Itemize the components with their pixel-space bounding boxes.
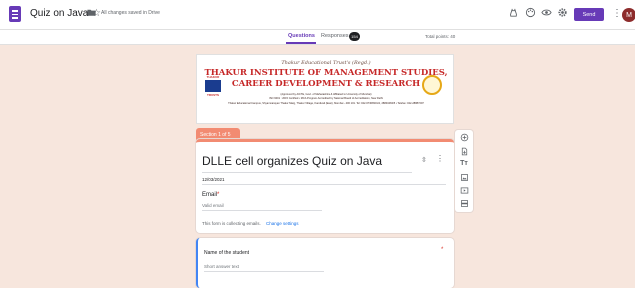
save-status: All changes saved in Drive bbox=[101, 10, 160, 16]
banner-certification-line: ISO 9001 : 2015 Certified • MCA Program … bbox=[269, 97, 383, 100]
banner-institute-name: THAKUR INSTITUTE OF MANAGEMENT STUDIES, bbox=[204, 68, 448, 78]
tabs-bar: Questions Responses 154 Total points: 40 bbox=[0, 30, 635, 45]
active-tab-indicator bbox=[286, 42, 316, 44]
customize-theme-icon[interactable] bbox=[508, 7, 519, 23]
divider bbox=[202, 172, 412, 173]
more-vert-icon[interactable]: ⋮ bbox=[612, 7, 622, 21]
divider bbox=[202, 184, 446, 185]
banner-institute-subtitle: CAREER DEVELOPMENT & RESEARCH bbox=[231, 79, 421, 89]
divider bbox=[204, 271, 324, 272]
preview-eye-icon[interactable] bbox=[541, 7, 552, 23]
header-banner-image: THAKUR TRUSTS Thakur Educational Trust's… bbox=[196, 54, 454, 124]
import-questions-icon[interactable] bbox=[455, 147, 473, 158]
add-video-icon[interactable] bbox=[455, 186, 473, 197]
add-section-icon[interactable] bbox=[455, 199, 473, 210]
email-label: Email* bbox=[202, 192, 220, 198]
responses-count-badge: 154 bbox=[349, 32, 360, 41]
form-title[interactable]: DLLE cell organizes Quiz on Java bbox=[202, 154, 382, 168]
send-button[interactable]: Send bbox=[574, 8, 604, 21]
accreditation-seal-logo bbox=[422, 75, 442, 95]
required-asterisk: * bbox=[441, 247, 444, 253]
collapse-icon[interactable]: ⇳ bbox=[421, 156, 427, 164]
settings-gear-icon[interactable] bbox=[557, 7, 568, 23]
form-name[interactable]: Quiz on Java bbox=[30, 8, 88, 19]
floating-toolbar: Tт bbox=[455, 130, 473, 212]
email-collection-note: This form is collecting emails. bbox=[202, 221, 261, 226]
star-icon[interactable]: ☆ bbox=[92, 7, 101, 21]
change-settings-link[interactable]: Change settings bbox=[266, 221, 299, 226]
add-title-icon[interactable]: Tт bbox=[455, 160, 473, 167]
banner-approval-line: (Approved by AICTE, Govt. of Maharashtra… bbox=[280, 93, 372, 96]
tab-questions[interactable]: Questions bbox=[288, 33, 315, 39]
banner-trust-line: Thakur Educational Trust's (Regd.) bbox=[281, 60, 371, 66]
form-description[interactable]: 12/03/2021 bbox=[202, 177, 225, 182]
forms-logo-icon[interactable] bbox=[9, 6, 21, 22]
email-field: Valid email bbox=[202, 203, 224, 208]
add-image-icon[interactable] bbox=[455, 173, 473, 184]
more-vert-icon[interactable]: ⋮ bbox=[436, 154, 444, 163]
required-asterisk: * bbox=[217, 192, 220, 198]
divider bbox=[202, 210, 322, 211]
form-title-card[interactable]: DLLE cell organizes Quiz on Java ⇳ ⋮ 12/… bbox=[196, 139, 454, 233]
banner-address-line: Thakur Educational Campus, Shyamnarayan … bbox=[228, 102, 424, 105]
palette-icon[interactable] bbox=[525, 7, 536, 23]
top-bar: Quiz on Java ☆ All changes saved in Driv… bbox=[0, 0, 635, 30]
total-points: Total points: 40 bbox=[425, 34, 456, 39]
question-card[interactable]: Name of the student * Short answer text bbox=[196, 238, 454, 288]
tab-responses[interactable]: Responses bbox=[321, 33, 349, 39]
add-question-icon[interactable] bbox=[455, 133, 473, 144]
question-title[interactable]: Name of the student bbox=[204, 250, 249, 256]
avatar[interactable]: M bbox=[622, 8, 635, 22]
short-answer-field: Short answer text bbox=[204, 264, 240, 269]
